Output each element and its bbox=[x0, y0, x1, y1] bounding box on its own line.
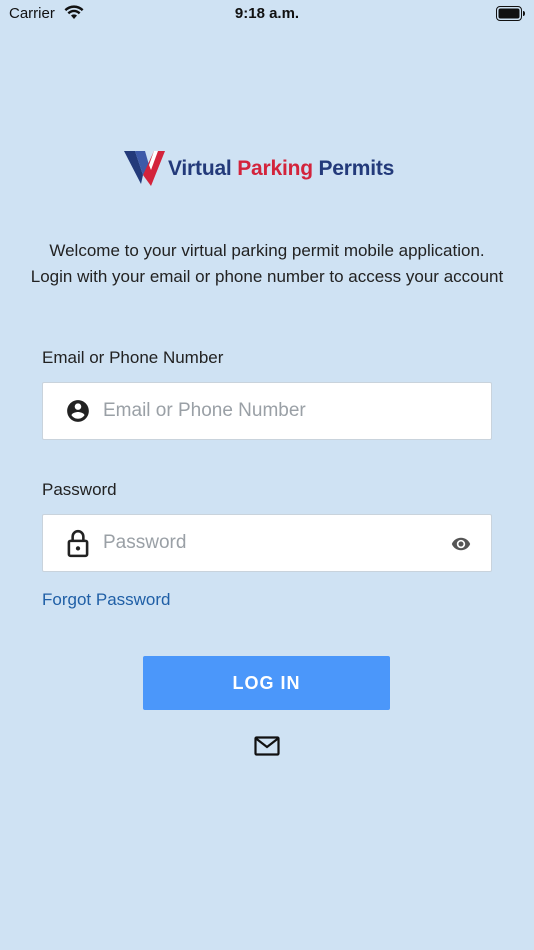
logo-word-virtual: Virtual bbox=[168, 157, 232, 180]
lock-icon bbox=[67, 530, 89, 558]
password-field-container[interactable] bbox=[42, 514, 492, 572]
forgot-password-link[interactable]: Forgot Password bbox=[42, 590, 171, 610]
logo-word-parking: Parking bbox=[237, 157, 313, 180]
welcome-message: Welcome to your virtual parking permit m… bbox=[30, 241, 504, 286]
email-label: Email or Phone Number bbox=[42, 348, 224, 367]
email-input[interactable] bbox=[103, 383, 433, 439]
v-logo-icon bbox=[124, 151, 165, 186]
password-input[interactable] bbox=[103, 515, 433, 571]
account-circle-icon bbox=[67, 400, 89, 422]
status-time: 9:18 a.m. bbox=[234, 5, 300, 22]
password-label: Password bbox=[42, 480, 117, 499]
logo-text: Virtual Parking Permits bbox=[168, 157, 394, 181]
app-logo: Virtual Parking Permits bbox=[123, 148, 413, 190]
eye-icon[interactable] bbox=[451, 534, 471, 554]
mail-icon[interactable] bbox=[254, 736, 280, 756]
email-field-container[interactable] bbox=[42, 382, 492, 440]
login-button[interactable]: LOG IN bbox=[143, 656, 390, 710]
logo-word-permits: Permits bbox=[318, 157, 395, 180]
status-bar: Carrier 9:18 a.m. bbox=[0, 0, 534, 28]
battery-icon bbox=[496, 6, 525, 21]
